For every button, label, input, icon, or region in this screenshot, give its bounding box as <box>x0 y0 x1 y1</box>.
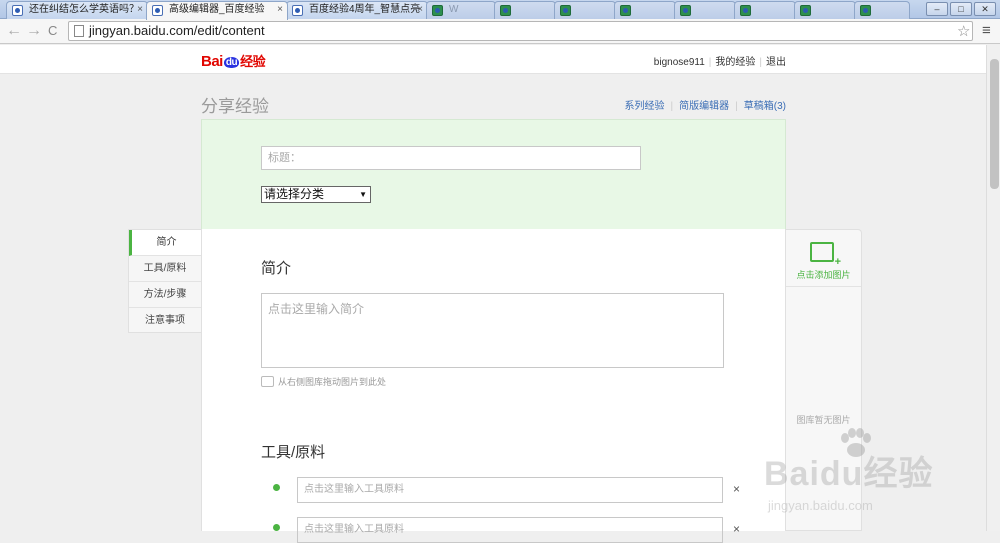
bullet-dot-icon <box>273 484 280 491</box>
forward-button[interactable]: → <box>26 22 42 40</box>
add-image-icon <box>810 242 841 268</box>
browser-tab-strip: 还在纠结怎么学英语吗？ × 高级编辑器_百度经验 × 百度经验4周年_智慧点亮 … <box>0 0 1000 20</box>
browser-tab-11[interactable] <box>854 1 910 19</box>
title-panel: 标题： 请选择分类 ▼ <box>201 119 786 229</box>
tool-input[interactable]: 点击这里输入工具原料 <box>297 517 723 543</box>
page-icon <box>74 25 84 37</box>
series-experience-link[interactable]: 系列经验 <box>625 101 665 112</box>
page-title: 分享经验 <box>201 97 269 116</box>
add-image-button[interactable]: 点击添加图片 <box>786 230 861 287</box>
browser-tab-7[interactable] <box>614 1 676 19</box>
image-icon <box>261 376 274 387</box>
separator: | <box>735 101 738 112</box>
window-controls: – □ ✕ <box>926 2 996 16</box>
separator: | <box>708 57 712 68</box>
minimize-button[interactable]: – <box>926 2 948 16</box>
tab-title: 高级编辑器_百度经验 <box>169 4 265 15</box>
favicon-icon <box>740 5 751 16</box>
drag-hint-text: 从右侧图库拖动图片到此处 <box>278 377 387 387</box>
baidu-favicon-icon <box>292 5 303 16</box>
simple-editor-link[interactable]: 简版编辑器 <box>679 101 729 112</box>
browser-tab-6[interactable] <box>554 1 616 19</box>
browser-toolbar: ← → C jingyan.baidu.com/edit/content ☆ ≡ <box>0 19 1000 44</box>
add-image-label: 点击添加图片 <box>796 270 851 280</box>
tool-row: 点击这里输入工具原料 × <box>271 477 740 503</box>
tool-input[interactable]: 点击这里输入工具原料 <box>297 477 723 503</box>
username-link[interactable]: bignose911 <box>654 57 705 68</box>
tab-close-icon[interactable]: × <box>277 2 283 18</box>
baidu-watermark: Baidu经验 jingyan.baidu.com <box>764 428 984 518</box>
remove-tool-icon[interactable]: × <box>733 522 740 536</box>
user-nav: bignose911 | 我的经验 | 退出 <box>654 53 786 68</box>
maximize-button[interactable]: □ <box>950 2 972 16</box>
reload-button[interactable]: C <box>48 22 57 40</box>
favicon-icon <box>560 5 571 16</box>
favicon-icon <box>800 5 811 16</box>
tab-close-icon[interactable]: × <box>137 2 143 18</box>
dropdown-arrow-icon: ▼ <box>359 190 367 199</box>
editor-main-panel: 简介 点击这里输入简介 从右侧图库拖动图片到此处 工具/原料 点击这里输入工具原… <box>201 229 786 543</box>
favicon-icon <box>432 5 443 16</box>
section-nav-item-steps[interactable]: 方法/步骤 <box>129 282 201 308</box>
logo-bai: Bai <box>201 53 223 70</box>
browser-tab-4[interactable]: W <box>426 1 496 19</box>
tab-title: W <box>449 4 459 15</box>
title-input[interactable]: 标题： <box>261 146 641 170</box>
close-window-button[interactable]: ✕ <box>974 2 996 16</box>
tab-title: 百度经验4周年_智慧点亮 <box>309 4 421 15</box>
drafts-link[interactable]: 草稿箱(3) <box>744 101 786 112</box>
logout-link[interactable]: 退出 <box>766 57 786 68</box>
tools-heading: 工具/原料 <box>261 444 326 461</box>
favicon-icon <box>500 5 511 16</box>
drag-image-hint: 从右侧图库拖动图片到此处 <box>261 375 386 388</box>
favicon-icon <box>860 5 871 16</box>
empty-library-text: 图库暂无图片 <box>796 415 851 425</box>
browser-tab-9[interactable] <box>734 1 796 19</box>
editor-links: 系列经验 | 简版编辑器 | 草稿箱(3) <box>625 97 786 112</box>
site-header: Bai du 经验 bignose911 | 我的经验 | 退出 <box>0 45 986 74</box>
scrollbar-thumb[interactable] <box>990 59 999 189</box>
separator: | <box>670 101 674 112</box>
section-nav-item-intro[interactable]: 简介 <box>129 230 201 256</box>
baidu-favicon-icon <box>12 5 23 16</box>
favicon-icon <box>680 5 691 16</box>
category-select-label: 请选择分类 <box>264 187 325 201</box>
page-scrollbar[interactable] <box>986 45 1000 531</box>
logo-du: du <box>223 57 240 68</box>
browser-menu-icon[interactable]: ≡ <box>982 22 991 39</box>
tab-close-icon[interactable]: × <box>417 2 423 18</box>
my-experience-link[interactable]: 我的经验 <box>715 57 755 68</box>
intro-heading: 简介 <box>261 260 292 277</box>
baidu-jingyan-logo[interactable]: Bai du 经验 <box>201 51 266 70</box>
browser-tab-8[interactable] <box>674 1 736 19</box>
remove-tool-icon[interactable]: × <box>733 482 740 496</box>
browser-tab-3[interactable]: 百度经验4周年_智慧点亮 × <box>286 1 428 19</box>
watermark-url: jingyan.baidu.com <box>768 498 873 513</box>
section-nav-item-notes[interactable]: 注意事项 <box>129 308 201 334</box>
favicon-icon <box>620 5 631 16</box>
browser-tab-2[interactable]: 高级编辑器_百度经验 × <box>146 1 288 20</box>
separator: | <box>759 57 762 68</box>
intro-textarea[interactable]: 点击这里输入简介 <box>261 293 724 368</box>
tab-title: 还在纠结怎么学英语吗？ <box>29 4 139 15</box>
watermark-text: Baidu经验 <box>764 455 934 493</box>
url-text: jingyan.baidu.com/edit/content <box>89 23 265 38</box>
browser-tab-5[interactable] <box>494 1 556 19</box>
category-select[interactable]: 请选择分类 ▼ <box>261 186 371 203</box>
bullet-dot-icon <box>273 524 280 531</box>
address-bar[interactable]: jingyan.baidu.com/edit/content <box>68 21 973 41</box>
baidu-favicon-icon <box>152 5 163 16</box>
bookmark-star-icon[interactable]: ☆ <box>957 22 970 40</box>
section-nav-item-tools[interactable]: 工具/原料 <box>129 256 201 282</box>
section-nav: 简介 工具/原料 方法/步骤 注意事项 <box>128 229 201 333</box>
logo-jingyan: 经验 <box>240 54 266 69</box>
browser-tab-1[interactable]: 还在纠结怎么学英语吗？ × <box>6 1 148 19</box>
tool-row: 点击这里输入工具原料 × <box>271 517 740 543</box>
back-button[interactable]: ← <box>6 22 22 40</box>
browser-tab-10[interactable] <box>794 1 856 19</box>
